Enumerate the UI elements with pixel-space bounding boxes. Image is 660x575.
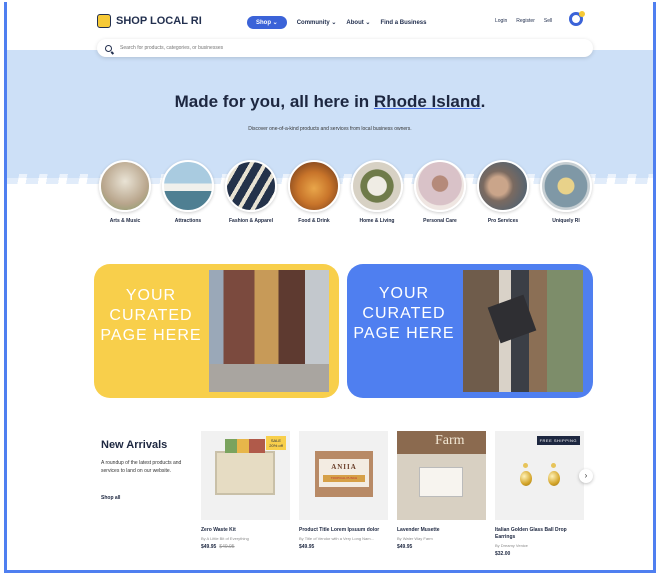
shop-bag-icon — [97, 14, 111, 28]
chevron-right-icon[interactable]: › — [579, 469, 593, 483]
category-image — [225, 160, 277, 212]
category-image — [477, 160, 529, 212]
category-label: Arts & Music — [109, 218, 141, 224]
free-shipping-badge: FREE SHIPPING — [536, 436, 580, 445]
product-carousel: SALE 20% off Zero Waste Kit By A Little … — [201, 431, 584, 557]
account-links: Login Register Sell — [495, 18, 552, 24]
logo[interactable]: SHOP LOCAL RI — [97, 14, 202, 28]
farm-sign-text: Farm — [435, 433, 465, 448]
product-vendor[interactable]: By Dreamy Venice — [495, 543, 584, 548]
cart-badge — [579, 11, 585, 17]
login-link[interactable]: Login — [495, 18, 507, 24]
category-image — [351, 160, 403, 212]
search-input[interactable] — [120, 45, 520, 51]
nav-find-business[interactable]: Find a Business — [380, 20, 426, 26]
hero-subtitle: Discover one-of-a-kind products and serv… — [248, 126, 412, 132]
hero-title-highlight: Rhode Island — [373, 92, 481, 111]
hero-title: Made for you, all here in Rhode Island. — [174, 92, 486, 111]
category-attractions[interactable]: Attractions — [162, 160, 214, 226]
category-image — [540, 160, 592, 212]
nav-community[interactable]: Community ⌄ — [297, 19, 337, 26]
old-price: $49.95 — [219, 544, 235, 550]
category-label: Personal Care — [423, 218, 457, 224]
promo-text: YOUR CURATED PAGE HERE — [353, 285, 455, 342]
earring-graphic — [520, 471, 532, 486]
product-price: $32.00 — [495, 551, 511, 557]
nav-shop[interactable]: Shop ⌄ — [247, 16, 287, 29]
product-image: ANIIA TROPICAL PUNCH — [299, 431, 388, 520]
promo-text: YOUR CURATED PAGE HERE — [100, 287, 202, 344]
category-label: Food & Drink — [298, 218, 330, 224]
nav-links: Shop ⌄ Community ⌄ About ⌄ Find a Busine… — [247, 16, 426, 29]
shop-all-link[interactable]: Shop all — [101, 495, 120, 501]
category-home-living[interactable]: Home & Living — [351, 160, 403, 226]
category-label: Uniquely RI — [552, 218, 580, 224]
section-title: New Arrivals — [101, 439, 168, 451]
nav-about[interactable]: About ⌄ — [346, 19, 370, 26]
product-name[interactable]: Italian Golden Glass Ball Drop Earrings — [495, 527, 584, 541]
product-vendor[interactable]: By A Little Bit of Everything — [201, 536, 290, 541]
new-arrivals-section: New Arrivals A roundup of the latest pro… — [7, 427, 653, 570]
top-nav: SHOP LOCAL RI Shop ⌄ Community ⌄ About ⌄… — [7, 2, 653, 42]
product-price: $49.95 $49.95 — [201, 544, 235, 550]
category-image — [99, 160, 151, 212]
product-image: FREE SHIPPING — [495, 431, 584, 520]
promo-card-blue[interactable]: YOUR CURATED PAGE HERE — [347, 264, 593, 398]
logo-text: SHOP LOCAL RI — [116, 15, 202, 27]
section-description: A roundup of the latest products and ser… — [101, 460, 182, 474]
category-personal-care[interactable]: Personal Care — [414, 160, 466, 226]
register-link[interactable]: Register — [516, 18, 535, 24]
soap-flavor-band: TROPICAL PUNCH — [323, 475, 365, 482]
category-fashion-apparel[interactable]: Fashion & Apparel — [225, 160, 277, 226]
category-label: Home & Living — [359, 218, 395, 224]
sell-link[interactable]: Sell — [544, 18, 552, 24]
lavender-package-graphic — [419, 467, 463, 497]
category-image — [414, 160, 466, 212]
product-card[interactable]: Farm Lavender Musette By Water Way Farm … — [397, 431, 486, 557]
category-label: Fashion & Apparel — [229, 218, 273, 224]
category-label: Attractions — [174, 218, 202, 224]
storefront-photo — [209, 270, 329, 392]
product-name[interactable]: Product Title Lorem Ipsuum dolor — [299, 527, 388, 534]
product-name[interactable]: Lavender Musette — [397, 527, 486, 534]
category-image — [288, 160, 340, 212]
product-image: Farm — [397, 431, 486, 520]
product-vendor[interactable]: By Water Way Farm — [397, 536, 486, 541]
product-name[interactable]: Zero Waste Kit — [201, 527, 290, 534]
earring-graphic — [548, 471, 560, 486]
category-uniquely-ri[interactable]: Uniquely RI — [540, 160, 592, 226]
soap-bar-graphic: ANIIA TROPICAL PUNCH — [315, 451, 373, 497]
hero-background — [7, 50, 653, 184]
category-label: Pro Services — [487, 218, 519, 224]
page-frame: SHOP LOCAL RI Shop ⌄ Community ⌄ About ⌄… — [4, 2, 656, 573]
soap-brand-text: ANIIA — [331, 463, 357, 471]
product-card[interactable]: SALE 20% off Zero Waste Kit By A Little … — [201, 431, 290, 557]
product-card[interactable]: ANIIA TROPICAL PUNCH Product Title Lorem … — [299, 431, 388, 557]
product-card[interactable]: FREE SHIPPING Italian Golden Glass Ball … — [495, 431, 584, 557]
search-bar[interactable] — [97, 39, 593, 57]
sale-badge: SALE 20% off — [266, 436, 286, 450]
gift-basket-graphic — [215, 439, 275, 495]
product-price: $49.95 — [397, 544, 413, 550]
product-image: SALE 20% off — [201, 431, 290, 520]
category-pro-services[interactable]: Pro Services — [477, 160, 529, 226]
category-food-drink[interactable]: Food & Drink — [288, 160, 340, 226]
search-icon[interactable] — [105, 44, 112, 52]
product-vendor[interactable]: By Title of Vendor with a Very Long Nam.… — [299, 536, 388, 541]
category-row: Arts & Music Attractions Fashion & Appar… — [99, 160, 592, 226]
category-image — [162, 160, 214, 212]
product-price: $49.95 — [299, 544, 315, 550]
category-arts-music[interactable]: Arts & Music — [99, 160, 151, 226]
promo-card-yellow[interactable]: YOUR CURATED PAGE HERE — [94, 264, 339, 398]
shop-sign-photo — [463, 270, 583, 392]
